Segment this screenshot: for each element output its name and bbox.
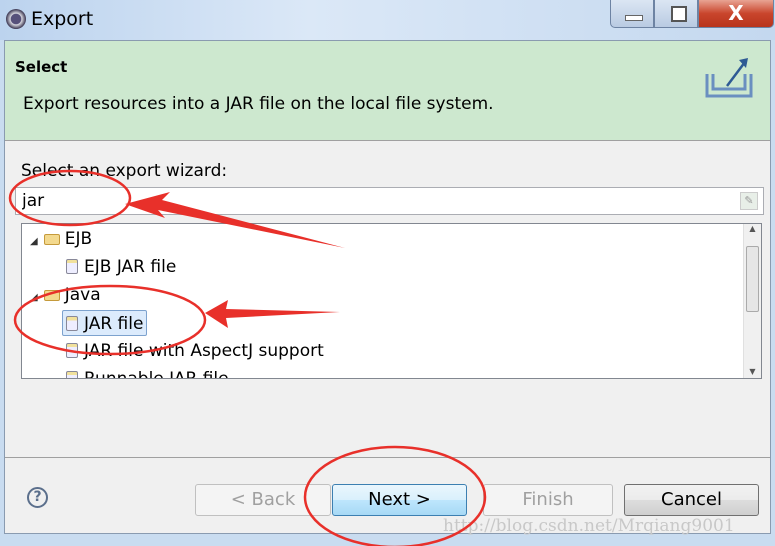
- clear-filter-icon[interactable]: ✎: [740, 192, 758, 210]
- scroll-up-icon[interactable]: ▲: [744, 224, 761, 233]
- watermark: http://blog.csdn.net/Mrqiang9001: [443, 516, 735, 536]
- wizard-label: Select an export wizard:: [21, 161, 228, 181]
- export-icon: [705, 58, 753, 98]
- close-icon: X: [728, 1, 744, 25]
- close-button[interactable]: X: [698, 0, 774, 28]
- tree-item-ejb[interactable]: ◢ EJB: [30, 226, 92, 252]
- tree-label: JAR file with AspectJ support: [84, 341, 324, 361]
- tree-label: EJB: [64, 229, 93, 249]
- scroll-thumb[interactable]: [746, 246, 759, 312]
- tree-item-ejb-jar[interactable]: EJB JAR file: [66, 254, 176, 280]
- jar-icon: [66, 371, 78, 378]
- folder-icon: [43, 290, 60, 301]
- expand-triangle-icon[interactable]: ◢: [30, 236, 38, 247]
- tree-item-java[interactable]: ◢ Java: [30, 282, 101, 308]
- jar-icon: [66, 316, 78, 331]
- window-title: Export: [31, 8, 94, 30]
- ejb-jar-icon: [66, 259, 78, 274]
- tree-label: Runnable JAR file: [84, 369, 229, 379]
- help-icon[interactable]: ?: [27, 487, 48, 508]
- title-bar: Export X: [0, 0, 775, 40]
- tree-item-runnable-jar[interactable]: Runnable JAR file: [66, 366, 229, 379]
- separator: [5, 457, 770, 458]
- next-button[interactable]: Next >: [332, 484, 467, 516]
- jar-icon: [66, 343, 78, 358]
- tree-label: EJB JAR file: [84, 257, 177, 277]
- wizard-header: Select Export resources into a JAR file …: [5, 41, 770, 141]
- finish-button[interactable]: Finish: [483, 484, 613, 516]
- minimize-button[interactable]: [610, 0, 654, 28]
- scroll-down-icon[interactable]: ▼: [744, 367, 761, 376]
- page-description: Export resources into a JAR file on the …: [23, 94, 494, 114]
- back-button[interactable]: < Back: [195, 484, 331, 516]
- folder-icon: [43, 234, 60, 245]
- eclipse-icon: [6, 9, 26, 29]
- tree-scrollbar[interactable]: ▲ ▼: [743, 224, 761, 378]
- tree-label: JAR file: [84, 314, 144, 334]
- maximize-button[interactable]: [654, 0, 698, 28]
- tree-item-jar-aspectj[interactable]: JAR file with AspectJ support: [66, 338, 324, 364]
- filter-input[interactable]: [15, 187, 764, 215]
- cancel-button[interactable]: Cancel: [624, 484, 759, 516]
- page-title: Select: [15, 58, 68, 76]
- wizard-tree: ◢ EJB EJB JAR file ◢ Java JAR file JAR fil…: [21, 223, 762, 379]
- tree-label: Java: [64, 285, 101, 305]
- export-dialog: Select Export resources into a JAR file …: [4, 40, 771, 534]
- tree-item-jar-file[interactable]: JAR file: [62, 310, 148, 336]
- expand-triangle-icon[interactable]: ◢: [30, 292, 38, 303]
